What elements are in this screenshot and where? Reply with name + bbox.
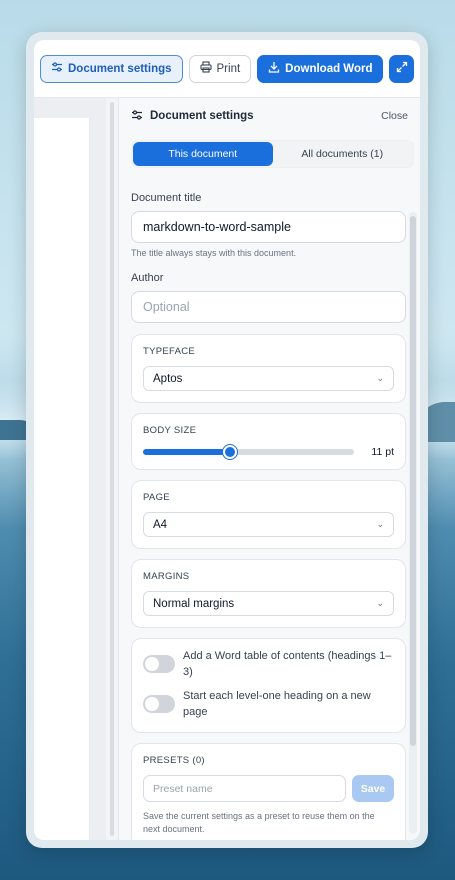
- preset-name-input[interactable]: Preset name: [143, 775, 346, 802]
- settings-scroll-area: Document title markdown-to-word-sample T…: [131, 180, 406, 840]
- scrollbar[interactable]: [410, 216, 416, 746]
- sliders-icon: [51, 61, 63, 76]
- printer-icon: [199, 61, 212, 76]
- print-button[interactable]: Print: [188, 54, 252, 83]
- page-value: A4: [153, 518, 168, 531]
- save-preset-button[interactable]: Save: [352, 775, 394, 802]
- settings-panel: Document settings Close This document Al…: [118, 98, 420, 840]
- sliders-icon: [131, 109, 143, 124]
- print-label: Print: [216, 62, 241, 75]
- margins-select[interactable]: Normal margins ⌄: [143, 591, 394, 616]
- chevron-down-icon: ⌄: [376, 519, 384, 529]
- document-settings-label: Document settings: [68, 62, 172, 75]
- document-preview: [34, 98, 106, 840]
- document-title-help: The title always stays with this documen…: [131, 248, 297, 258]
- margins-card: MARGINS Normal margins ⌄: [131, 559, 406, 628]
- typeface-value: Aptos: [153, 372, 183, 385]
- app-frame: Document settings Print Download Word Do…: [26, 32, 428, 848]
- options-card: Add a Word table of contents (headings 1…: [131, 638, 406, 733]
- page-title: PAGE: [143, 492, 170, 503]
- typeface-card: TYPEFACE Aptos ⌄: [131, 334, 406, 403]
- margins-value: Normal margins: [153, 597, 235, 610]
- slider-thumb[interactable]: [222, 445, 237, 459]
- page-break-toggle-label: Start each level-one heading on a new pa…: [183, 690, 371, 718]
- close-button[interactable]: Close: [381, 110, 408, 122]
- body-size-slider[interactable]: [143, 445, 354, 459]
- document-settings-button[interactable]: Document settings: [40, 54, 183, 83]
- toc-toggle[interactable]: [143, 655, 175, 673]
- panel-header: Document settings Close: [119, 98, 420, 134]
- app-window: Document settings Print Download Word Do…: [34, 40, 420, 840]
- toc-toggle-label: Add a Word table of contents (headings 1…: [183, 650, 392, 678]
- download-word-label: Download Word: [285, 62, 373, 75]
- toc-toggle-row: Add a Word table of contents (headings 1…: [143, 648, 394, 680]
- download-word-button[interactable]: Download Word: [257, 54, 384, 83]
- presets-help: Save the current settings as a preset to…: [143, 811, 375, 834]
- document-title-label: Document title: [131, 192, 202, 204]
- panel-title: Document settings: [150, 110, 254, 122]
- tab-this-document[interactable]: This document: [133, 142, 273, 166]
- typeface-title: TYPEFACE: [143, 346, 196, 357]
- page-break-toggle[interactable]: [143, 695, 175, 713]
- presets-title: PRESETS (0): [143, 755, 205, 766]
- page-card: PAGE A4 ⌄: [131, 480, 406, 549]
- author-input[interactable]: Optional: [131, 291, 406, 323]
- expand-icon: [396, 61, 408, 76]
- tab-all-documents[interactable]: All documents (1): [273, 142, 413, 166]
- body-size-title: BODY SIZE: [143, 425, 197, 436]
- download-icon: [268, 61, 280, 76]
- author-label: Author: [131, 272, 164, 284]
- page-select[interactable]: A4 ⌄: [143, 512, 394, 537]
- presets-card: PRESETS (0) Preset name Save Save the cu…: [131, 743, 406, 840]
- page-break-toggle-row: Start each level-one heading on a new pa…: [143, 688, 394, 720]
- body-size-value: 11 pt: [371, 446, 394, 458]
- toolbar: Document settings Print Download Word: [34, 40, 420, 98]
- typeface-select[interactable]: Aptos ⌄: [143, 366, 394, 391]
- slider-fill: [143, 449, 230, 455]
- panel-resize-handle[interactable]: [108, 98, 116, 840]
- chevron-down-icon: ⌄: [376, 373, 384, 383]
- scope-tabs: This document All documents (1): [131, 140, 414, 168]
- expand-button[interactable]: [389, 54, 414, 83]
- chevron-down-icon: ⌄: [376, 598, 384, 608]
- body-size-card: BODY SIZE 11 pt: [131, 413, 406, 470]
- document-title-input[interactable]: markdown-to-word-sample: [131, 211, 406, 243]
- margins-title: MARGINS: [143, 571, 190, 582]
- document-page: [34, 118, 90, 840]
